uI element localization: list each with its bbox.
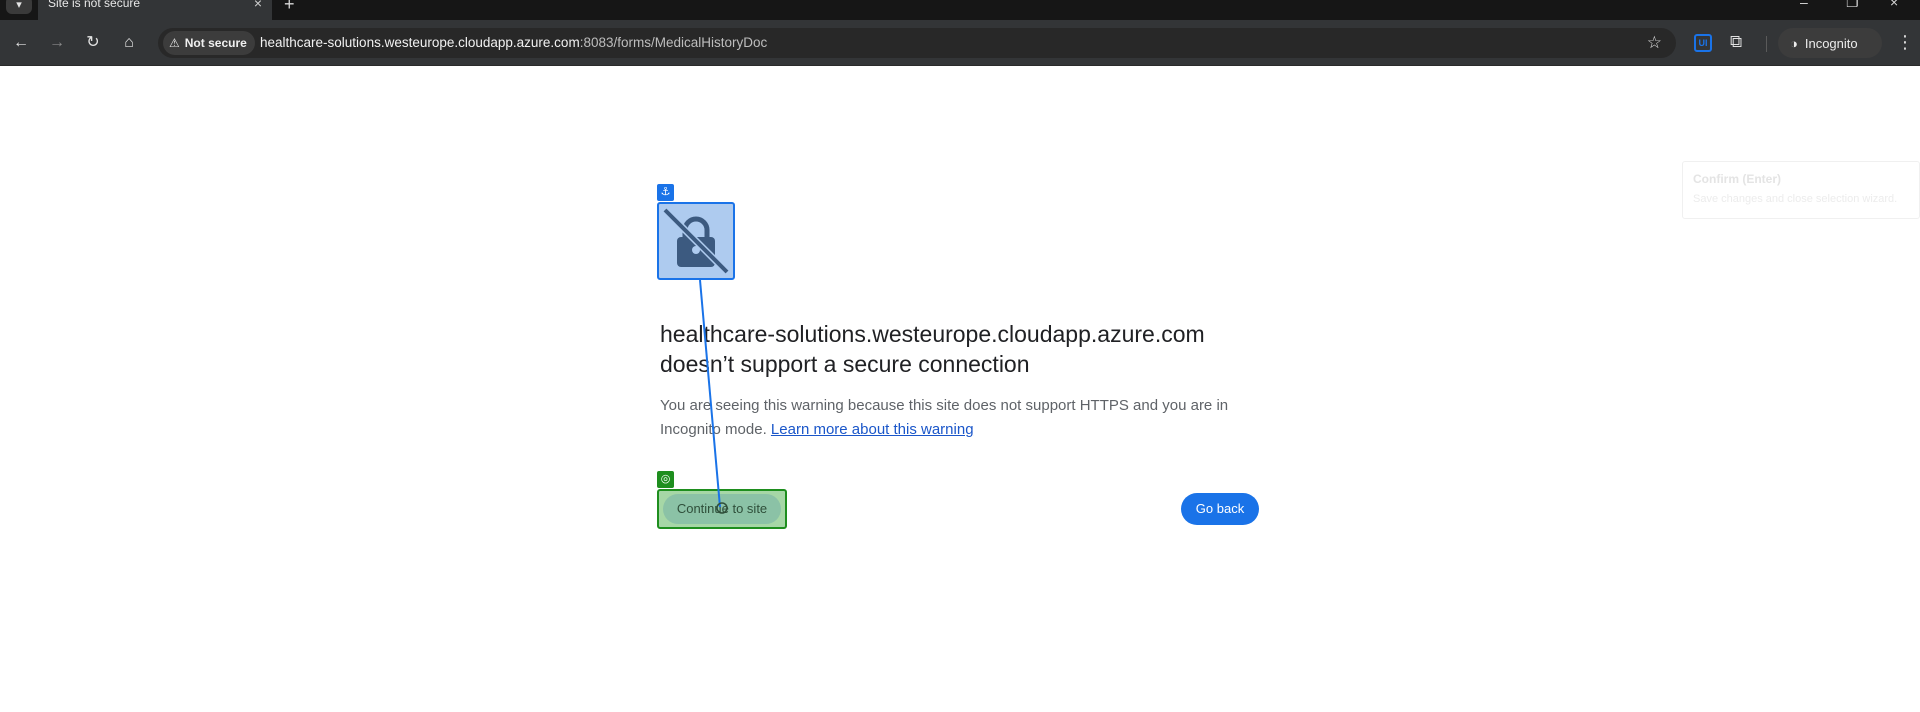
interstitial-page: ⚓ healthcare-solutions.westeurope.clouda… [0, 67, 1920, 712]
minimize-icon[interactable]: – [1800, 0, 1808, 10]
confirm-tooltip: Confirm (Enter) Save changes and close s… [1682, 161, 1920, 219]
url-path: :8083/forms/MedicalHistoryDoc [579, 35, 768, 50]
warning-triangle-icon: ⚠ [169, 36, 180, 50]
extensions-puzzle-icon[interactable]: ⧉ [1730, 32, 1742, 52]
go-back-button[interactable]: Go back [1181, 493, 1259, 525]
toolbar-divider [1766, 36, 1767, 52]
tooltip-subtitle: Save changes and close selection wizard. [1693, 193, 1898, 205]
restore-icon[interactable]: ❐ [1846, 0, 1859, 11]
incognito-icon: ◑ [1790, 35, 1798, 51]
insecure-lock-icon [657, 202, 735, 280]
selection-connector-line [699, 279, 728, 514]
url-text[interactable]: healthcare-solutions.westeurope.cloudapp… [260, 35, 767, 50]
tab-title: Site is not secure [48, 0, 141, 10]
ui-extension-icon[interactable]: UI [1694, 34, 1712, 52]
selection-highlight: Continue to site [657, 489, 787, 529]
anchor-icon: ⚓ [657, 184, 674, 201]
close-icon[interactable]: × [254, 0, 262, 11]
back-arrow-icon[interactable]: ← [10, 32, 32, 54]
tab-strip: ▾ Site is not secure × + – ❐ × [0, 0, 1920, 20]
url-host: healthcare-solutions.westeurope.cloudapp… [260, 35, 580, 50]
page-title: healthcare-solutions.westeurope.cloudapp… [660, 321, 1205, 377]
target-icon: ◎ [657, 471, 674, 488]
lock-slash-svg [662, 207, 730, 275]
forward-arrow-icon[interactable]: → [46, 32, 68, 54]
bookmark-star-icon[interactable]: ☆ [1647, 33, 1662, 53]
window-close-icon[interactable]: × [1890, 0, 1898, 10]
learn-more-link[interactable]: Learn more about this warning [771, 421, 974, 438]
kebab-menu-icon[interactable]: ⋮ [1896, 32, 1914, 53]
active-tab[interactable]: Site is not secure × [38, 0, 272, 20]
continue-to-site-button[interactable]: Continue to site [663, 494, 781, 524]
security-label: Not secure [184, 36, 247, 50]
plus-icon[interactable]: + [284, 0, 295, 15]
home-icon[interactable]: ⌂ [118, 32, 140, 54]
browser-toolbar: ← → ↻ ⌂ ⚠ Not secure healthcare-solution… [0, 20, 1920, 66]
security-chip[interactable]: ⚠ Not secure [163, 31, 255, 55]
incognito-label: Incognito [1804, 35, 1858, 51]
tooltip-title: Confirm (Enter) [1693, 172, 1781, 186]
address-bar[interactable]: ⚠ Not secure healthcare-solutions.westeu… [158, 28, 1676, 58]
incognito-indicator[interactable]: ◑ Incognito [1778, 28, 1882, 58]
warning-description: You are seeing this warning because this… [660, 394, 1250, 442]
tab-search-button[interactable]: ▾ [6, 0, 32, 14]
reload-icon[interactable]: ↻ [82, 32, 104, 54]
